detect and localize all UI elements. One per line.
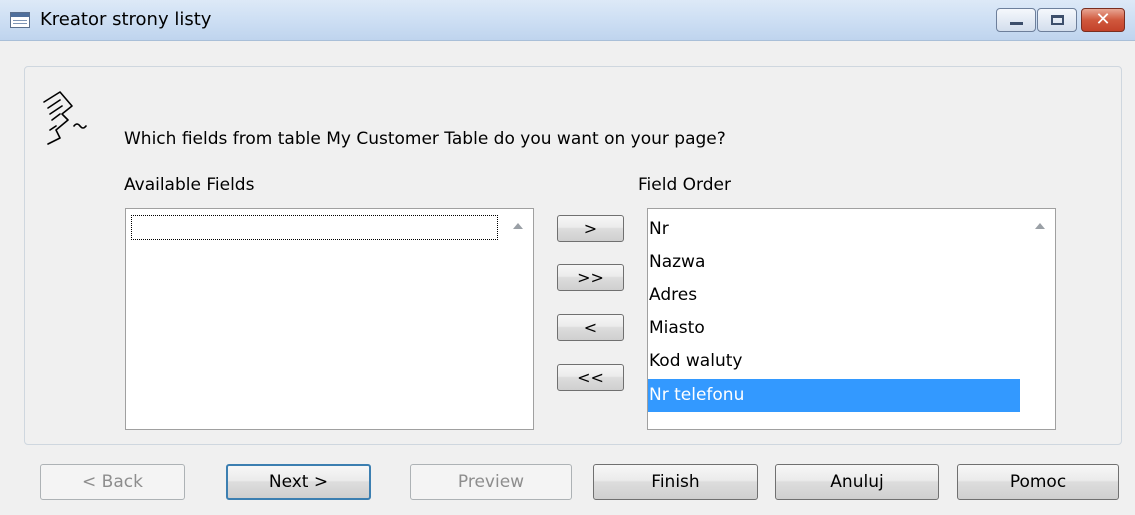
field-order-list[interactable]: Nr Nazwa Adres Miasto Kod waluty Nr tele… [647, 208, 1056, 430]
list-item[interactable]: Miasto [648, 312, 1020, 345]
available-fields-list[interactable] [125, 208, 534, 430]
list-item-selected[interactable]: Nr telefonu [648, 379, 1020, 412]
wizard-question: Which fields from table My Customer Tabl… [124, 129, 726, 149]
scroll-up-arrow-icon[interactable] [1035, 223, 1045, 229]
list-item[interactable]: Adres [648, 279, 1020, 312]
list-item[interactable]: Nazwa [648, 246, 1020, 279]
preview-button[interactable]: Preview [410, 464, 572, 500]
available-fields-scrollbar[interactable] [503, 209, 533, 429]
finish-button[interactable]: Finish [593, 464, 758, 500]
available-fields-label: Available Fields [124, 175, 255, 195]
minimize-icon [1010, 22, 1023, 25]
help-button[interactable]: Pomoc [957, 464, 1119, 500]
list-item[interactable]: Kod waluty [648, 345, 1020, 378]
title-bar[interactable]: Kreator strony listy ✕ [0, 0, 1135, 41]
add-field-button[interactable]: > [557, 215, 624, 242]
table-icon [10, 12, 30, 28]
list-item[interactable]: Nr [648, 213, 1020, 246]
window-title: Kreator strony listy [40, 9, 212, 30]
field-order-scrollbar[interactable] [1025, 209, 1055, 429]
close-icon: ✕ [1095, 9, 1111, 30]
field-order-label: Field Order [638, 175, 731, 195]
close-button[interactable]: ✕ [1081, 8, 1125, 32]
remove-all-fields-button[interactable]: << [557, 364, 624, 391]
next-button[interactable]: Next > [226, 464, 371, 500]
back-button[interactable]: < Back [40, 464, 185, 500]
scroll-up-arrow-icon[interactable] [513, 223, 523, 229]
maximize-button[interactable] [1037, 8, 1077, 32]
remove-field-button[interactable]: < [557, 314, 624, 341]
maximize-icon [1051, 15, 1064, 25]
minimize-button[interactable] [996, 8, 1036, 32]
focus-rectangle [131, 215, 498, 240]
add-all-fields-button[interactable]: >> [557, 264, 624, 291]
wizard-document-icon [43, 91, 87, 145]
cancel-button[interactable]: Anuluj [775, 464, 939, 500]
